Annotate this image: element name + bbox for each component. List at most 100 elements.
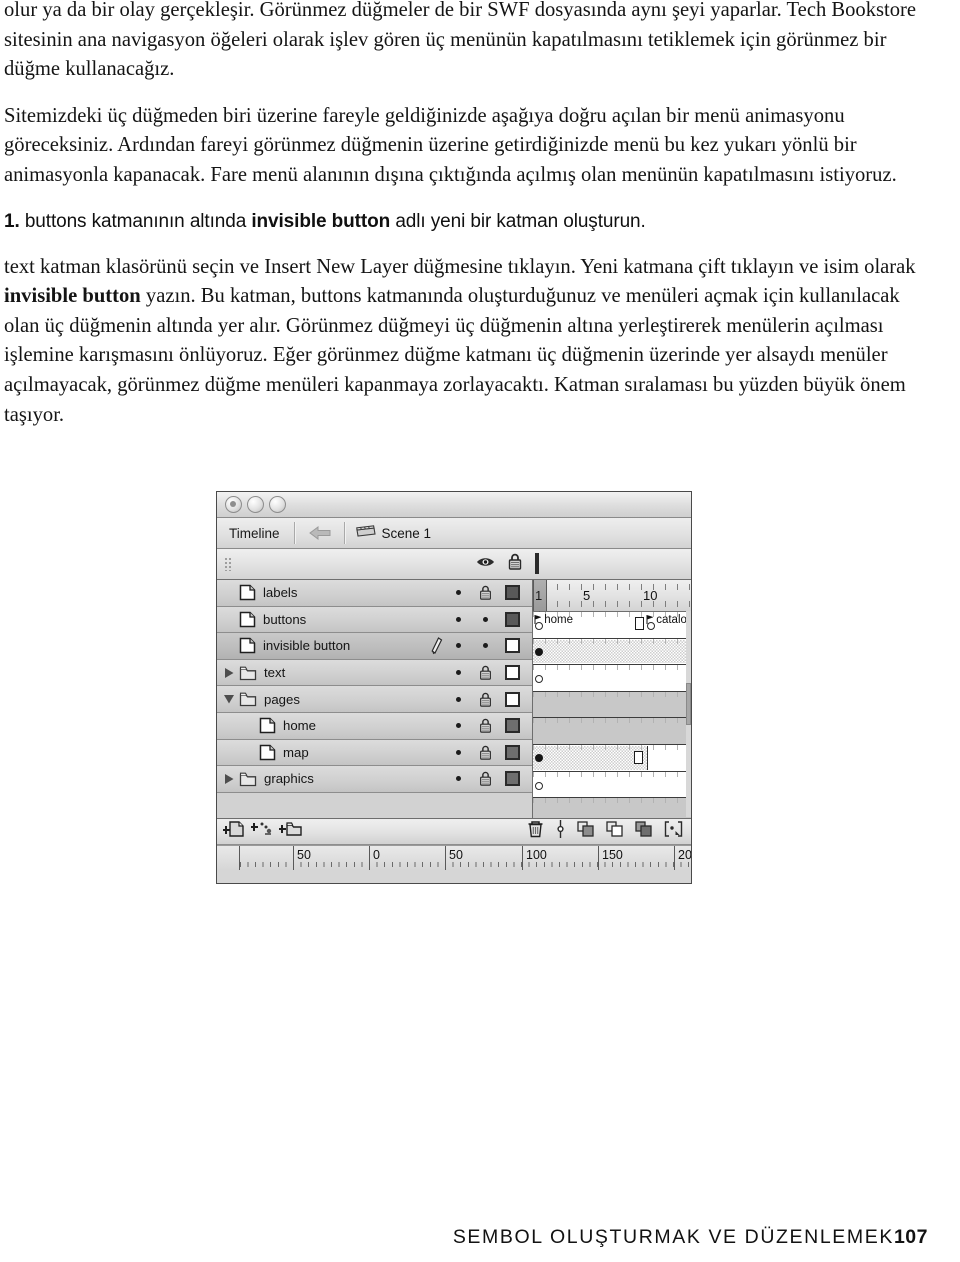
eye-icon[interactable]	[476, 555, 495, 573]
layer-tools	[217, 820, 303, 843]
layer-page-icon	[259, 717, 276, 734]
keyframe-empty[interactable]	[535, 781, 543, 790]
outline-toggle[interactable]	[499, 611, 526, 627]
expander-expanded-icon[interactable]	[221, 694, 237, 705]
outline-square-icon[interactable]	[535, 553, 539, 574]
ruler-corner	[217, 846, 239, 870]
vertical-scrollbar[interactable]	[686, 611, 691, 817]
lock-toggle[interactable]	[472, 745, 499, 760]
visibility-toggle[interactable]	[445, 643, 472, 649]
stop-action-frame[interactable]	[634, 750, 643, 764]
frame-row-graphics-folder[interactable]	[533, 798, 691, 818]
layer-name-pages: pages	[264, 691, 300, 707]
visibility-toggle[interactable]	[445, 590, 472, 596]
visible-dot-icon	[456, 776, 461, 782]
scrollbar-thumb[interactable]	[686, 683, 691, 725]
window-minimize-button[interactable]	[247, 496, 264, 513]
lock-toggle[interactable]	[472, 585, 499, 600]
outline-toggle[interactable]	[499, 665, 526, 681]
numbered-step-1: 1. buttons katmanının altında invisible …	[4, 208, 924, 236]
stage-ruler-label-5: 200	[678, 848, 691, 862]
visibility-toggle[interactable]	[445, 723, 472, 729]
paragraph-2: Sitemizdeki üç düğmeden biri üzerine far…	[4, 104, 897, 186]
lock-toggle[interactable]	[472, 692, 499, 707]
insert-layer-icon[interactable]	[223, 820, 245, 843]
footer-page-number: 107	[893, 1226, 928, 1248]
keyframe-filled[interactable]	[535, 647, 543, 656]
article-body: olur ya da bir olay gerçekleşir. Görünme…	[4, 0, 924, 447]
clapperboard-icon	[355, 525, 376, 541]
visibility-toggle[interactable]	[445, 749, 472, 755]
layer-row-map[interactable]: map	[217, 739, 532, 767]
center-frame-icon[interactable]	[555, 820, 566, 843]
lock-toggle[interactable]	[472, 643, 499, 649]
frame-row-invisible-button[interactable]	[533, 665, 691, 692]
layer-row-pages-folder[interactable]: pages	[217, 686, 532, 713]
frame-row-home[interactable]	[533, 744, 691, 772]
layer-name-graphics: graphics	[264, 771, 314, 787]
layer-row-home[interactable]: home	[217, 712, 532, 740]
outline-color-swatch	[505, 744, 520, 760]
visibility-toggle[interactable]	[445, 670, 472, 676]
visibility-toggle[interactable]	[445, 696, 472, 702]
frame-ticks	[533, 771, 691, 777]
layer-row-invisible-button[interactable]: invisible button	[217, 633, 532, 660]
outline-toggle[interactable]	[499, 744, 526, 760]
window-close-button[interactable]	[225, 496, 242, 513]
outline-toggle[interactable]	[499, 638, 526, 654]
unlocked-dot-icon	[483, 616, 488, 622]
outline-square-shape	[535, 553, 539, 574]
keyframe-filled[interactable]	[535, 753, 543, 762]
outline-color-swatch	[505, 585, 520, 601]
layer-row-buttons[interactable]: buttons	[217, 606, 532, 634]
onion-skin-icon[interactable]	[577, 821, 595, 842]
onion-skin-outlines-icon[interactable]	[606, 821, 624, 842]
frame-row-map[interactable]	[533, 771, 691, 799]
scene-label[interactable]: Scene 1	[382, 526, 432, 541]
stage-horizontal-ruler[interactable]: 50 0 50 100 150 200	[217, 845, 691, 870]
expander-collapsed-icon[interactable]	[221, 667, 237, 679]
layer-row-labels[interactable]: labels	[217, 580, 532, 607]
frame-row-pages-folder[interactable]	[533, 718, 691, 745]
frame-number-1: 1	[535, 588, 543, 603]
stage-ruler-label-3: 100	[526, 848, 547, 862]
insert-layer-folder-icon[interactable]	[279, 820, 303, 843]
window-zoom-button[interactable]	[269, 496, 286, 513]
expander-collapsed-icon[interactable]	[221, 773, 237, 785]
modify-onion-markers-icon[interactable]	[664, 821, 683, 842]
visibility-toggle[interactable]	[445, 616, 472, 622]
outline-toggle[interactable]	[499, 718, 526, 734]
lock-toggle[interactable]	[472, 718, 499, 733]
outline-toggle[interactable]	[499, 585, 526, 601]
back-arrow-icon[interactable]	[296, 526, 344, 540]
drag-grip-icon[interactable]	[224, 557, 233, 571]
ruler-major-tick	[239, 846, 240, 870]
delete-layer-trash-icon[interactable]	[527, 820, 544, 843]
lock-toggle[interactable]	[472, 771, 499, 787]
panel-title: Timeline	[229, 525, 280, 541]
frame-ticks	[533, 718, 691, 724]
layer-controls	[445, 580, 526, 606]
outline-toggle[interactable]	[499, 771, 526, 787]
layer-row-graphics-folder[interactable]: graphics	[217, 766, 532, 793]
outline-toggle[interactable]	[499, 691, 526, 707]
pencil-icon	[430, 637, 443, 655]
padlock-icon[interactable]	[508, 553, 522, 575]
layer-row-text-folder[interactable]: text	[217, 659, 532, 687]
paragraph-3: text katman klasörünü seçin ve Insert Ne…	[4, 253, 924, 431]
frame-ruler[interactable]: 1 5 10	[533, 580, 691, 612]
window-titlebar	[217, 492, 691, 518]
frame-row-buttons[interactable]	[533, 638, 691, 666]
footer-chapter-title: SEMBOL OLUŞTURMAK VE DÜZENLEMEK	[452, 1226, 894, 1248]
stop-action-frame[interactable]	[635, 617, 644, 630]
frame-row-text-folder[interactable]	[533, 691, 691, 719]
edit-multiple-frames-icon[interactable]	[635, 821, 653, 842]
frame-row-labels[interactable]: home catalo	[533, 612, 691, 639]
lock-toggle[interactable]	[472, 665, 499, 680]
layer-controls	[445, 660, 526, 686]
layer-name-invisible-button: invisible button	[263, 638, 351, 654]
visibility-toggle[interactable]	[445, 776, 472, 782]
lock-toggle[interactable]	[472, 616, 499, 622]
keyframe-empty[interactable]	[535, 675, 543, 684]
add-motion-guide-icon[interactable]	[251, 820, 273, 843]
